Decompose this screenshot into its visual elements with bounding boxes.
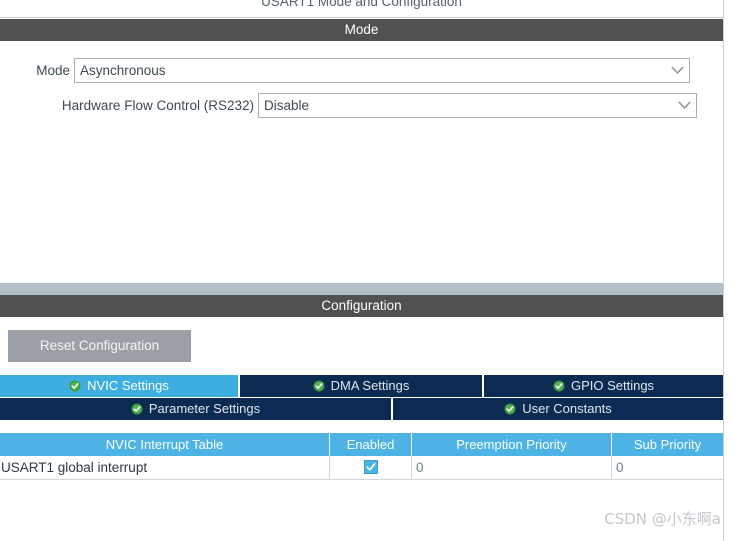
preemption-priority-cell[interactable]: 0 bbox=[412, 456, 612, 480]
panel-separator bbox=[0, 283, 723, 295]
hardware-flow-control-select-value: Disable bbox=[264, 98, 310, 113]
sub-priority-cell[interactable]: 0 bbox=[612, 456, 723, 480]
tab-nvic-settings-label: NVIC Settings bbox=[87, 378, 169, 393]
tab-gpio-settings-label: GPIO Settings bbox=[570, 378, 655, 393]
interrupt-enabled-cell[interactable] bbox=[330, 456, 412, 480]
page-title: USART1 Mode and Configuration bbox=[261, 0, 462, 9]
mode-select-value: Asynchronous bbox=[80, 63, 166, 78]
column-header-preemption-priority[interactable]: Preemption Priority bbox=[412, 433, 612, 456]
table-row[interactable]: USART1 global interrupt 0 0 bbox=[0, 456, 723, 480]
interrupt-name-cell: USART1 global interrupt bbox=[0, 456, 330, 480]
pane-right-edge bbox=[723, 0, 733, 541]
tab-user-constants-label: User Constants bbox=[522, 401, 612, 416]
mode-label: Mode bbox=[36, 63, 70, 78]
mode-section-header: Mode bbox=[0, 19, 723, 41]
mode-settings-panel: Mode Asynchronous Hardware Flow Control … bbox=[0, 41, 723, 283]
hardware-flow-control-form-row: Hardware Flow Control (RS232) Disable bbox=[0, 93, 723, 118]
mode-select[interactable]: Asynchronous bbox=[74, 58, 690, 83]
checkbox-checked-icon[interactable] bbox=[363, 460, 378, 475]
tab-gpio-settings[interactable]: GPIO Settings bbox=[484, 375, 723, 397]
hardware-flow-control-select[interactable]: Disable bbox=[258, 93, 697, 118]
tab-nvic-settings[interactable]: NVIC Settings bbox=[0, 375, 238, 397]
tab-parameter-settings[interactable]: Parameter Settings bbox=[0, 398, 391, 420]
chevron-down-icon[interactable] bbox=[672, 94, 696, 117]
watermark: CSDN @小东啊a bbox=[604, 510, 721, 528]
nvic-interrupt-table: NVIC Interrupt Table Enabled Preemption … bbox=[0, 433, 723, 483]
green-check-circle-icon bbox=[131, 403, 143, 415]
divider-above-mode-bar bbox=[0, 17, 723, 18]
mode-form-row: Mode Asynchronous bbox=[0, 58, 723, 83]
tab-strip-primary: NVIC Settings DMA Settings GPIO Settings bbox=[0, 375, 723, 397]
reset-configuration-button[interactable]: Reset Configuration bbox=[8, 330, 191, 362]
green-check-circle-icon bbox=[504, 403, 516, 415]
green-check-circle-icon bbox=[313, 380, 325, 392]
tab-strip-secondary: Parameter Settings User Constants bbox=[0, 398, 723, 420]
tab-parameter-settings-label: Parameter Settings bbox=[148, 401, 261, 416]
tab-user-constants[interactable]: User Constants bbox=[393, 398, 723, 420]
configuration-section-header: Configuration bbox=[0, 295, 723, 317]
green-check-circle-icon bbox=[69, 380, 81, 392]
tab-dma-settings[interactable]: DMA Settings bbox=[240, 375, 482, 397]
column-header-enabled[interactable]: Enabled bbox=[330, 433, 412, 456]
chevron-down-icon[interactable] bbox=[665, 59, 689, 82]
tab-dma-settings-label: DMA Settings bbox=[330, 378, 410, 393]
hardware-flow-control-label: Hardware Flow Control (RS232) bbox=[61, 98, 254, 113]
column-header-sub-priority[interactable]: Sub Priority bbox=[612, 433, 723, 456]
table-header-row: NVIC Interrupt Table Enabled Preemption … bbox=[0, 433, 723, 456]
column-header-nvic-interrupt-table[interactable]: NVIC Interrupt Table bbox=[0, 433, 330, 456]
usart-configuration-pane: USART1 Mode and Configuration Mode Mode … bbox=[0, 0, 733, 541]
green-check-circle-icon bbox=[553, 380, 565, 392]
